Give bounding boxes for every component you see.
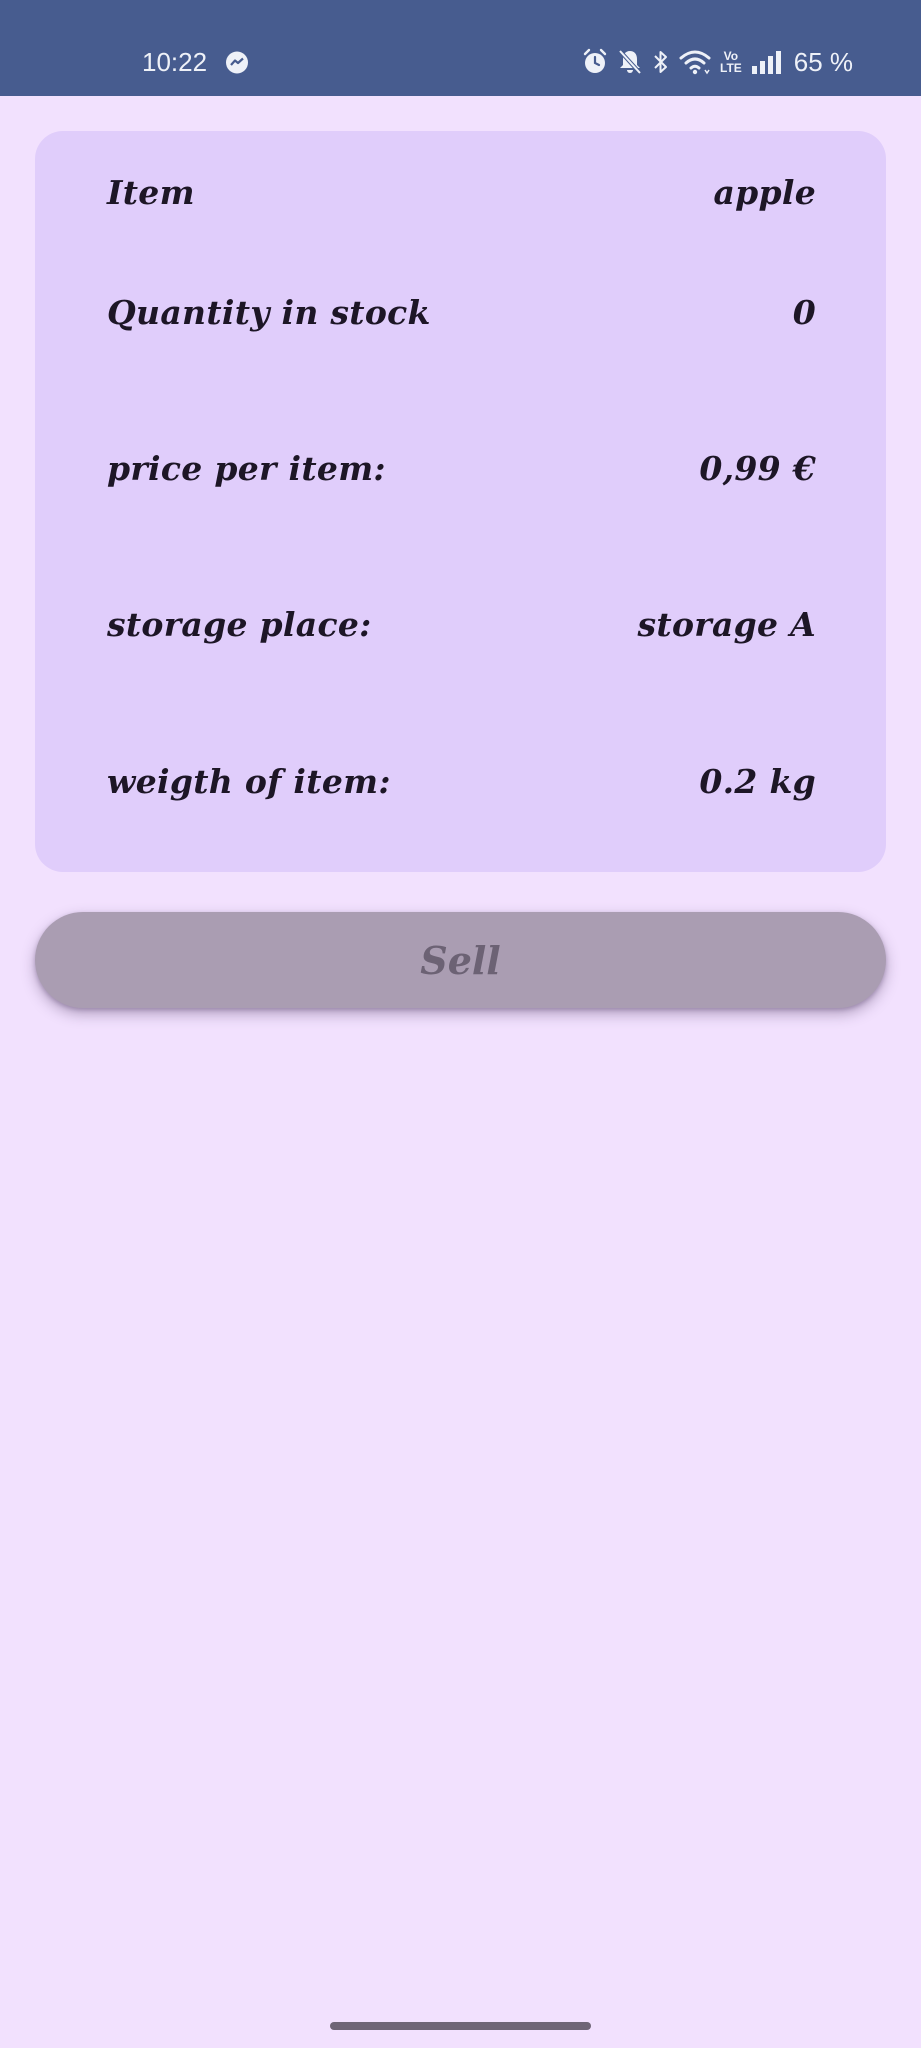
alarm-icon [582,48,608,76]
item-label: Item [107,173,195,212]
price-row: price per item: 0,99 € [107,449,816,488]
signal-icon [751,50,781,74]
status-icons: Vo LTE 65 % [582,44,853,80]
wifi-icon [679,48,711,76]
status-time: 10:22 [142,47,208,77]
messenger-icon [224,50,250,76]
price-value: 0,99 € [699,449,816,488]
sell-button-label: Sell [420,937,501,983]
volte-bottom: LTE [720,61,742,75]
item-details-card [35,131,886,872]
weight-row: weigth of item: 0.2 kg [107,762,816,801]
quantity-row: Quantity in stock 0 [107,293,816,332]
home-indicator[interactable] [330,2022,591,2030]
bell-off-icon [617,48,643,76]
status-bar: 10:22 Vo LTE 65 % [0,0,921,96]
quantity-value: 0 [792,293,816,332]
storage-label: storage place: [107,605,372,644]
battery-percentage: 65 % [793,47,854,77]
volte-icon: Vo LTE [720,50,742,74]
item-row: Item apple [107,173,816,212]
storage-value: storage A [637,605,816,644]
bluetooth-icon [652,48,670,76]
quantity-label: Quantity in stock [107,293,431,332]
item-value: apple [713,173,816,212]
price-label: price per item: [107,449,386,488]
sell-button[interactable]: Sell [35,912,886,1008]
weight-label: weigth of item: [107,762,391,801]
storage-row: storage place: storage A [107,605,816,644]
weight-value: 0.2 kg [699,762,816,801]
